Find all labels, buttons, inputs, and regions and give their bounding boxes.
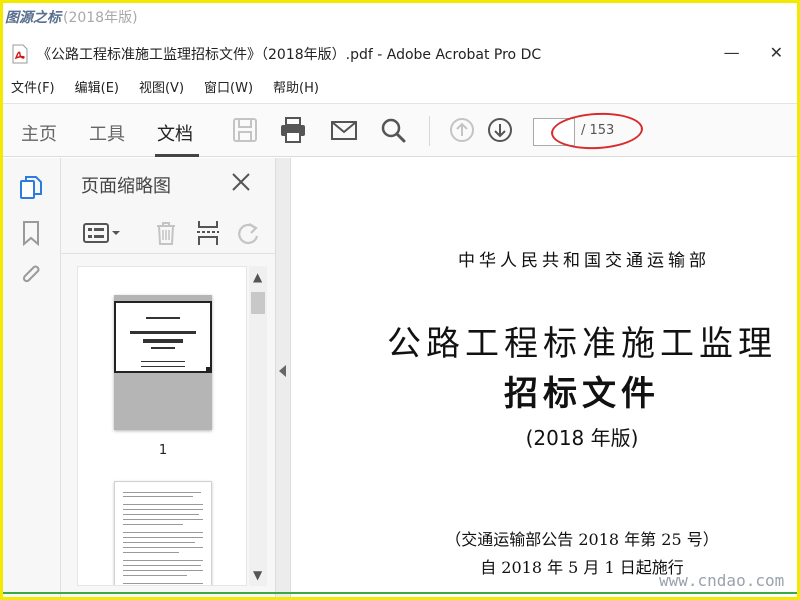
thumb-text-line xyxy=(151,347,175,349)
page-thumbnail-1[interactable] xyxy=(114,295,212,430)
toolbar-separator xyxy=(429,116,430,146)
doc-title-line-2: 招标文件 xyxy=(504,374,660,414)
email-icon[interactable] xyxy=(330,116,358,144)
close-window-button[interactable]: ✕ xyxy=(770,43,783,62)
thumbnail-options-icon[interactable] xyxy=(83,222,121,244)
thumb-text-line xyxy=(123,532,203,533)
panel-toolbar xyxy=(61,210,275,254)
thumbnail-list: 1 xyxy=(77,266,247,586)
thumb-text-line xyxy=(123,492,201,493)
watermark-top: 图源之标 (2018年版) xyxy=(5,7,138,27)
rotate-page-icon[interactable] xyxy=(235,220,263,246)
watermark-top-suffix: (2018年版) xyxy=(63,10,138,26)
thumb-text-line xyxy=(146,317,180,319)
thumb-text-line xyxy=(123,552,179,553)
navigation-rail xyxy=(3,158,61,597)
thumb-text-line xyxy=(130,331,196,334)
thumb-text-line xyxy=(123,542,195,543)
frame-resize-handle[interactable] xyxy=(206,367,212,373)
scroll-up-icon[interactable]: ▲ xyxy=(253,270,262,284)
panel-title: 页面缩略图 xyxy=(81,176,171,197)
thumb-text-line xyxy=(123,537,203,538)
menu-item-help[interactable]: 帮助(H) xyxy=(273,77,319,96)
watermark-bottom: www.cndao.com xyxy=(659,571,785,590)
attachment-icon[interactable] xyxy=(18,262,44,288)
doc-edition: (2018 年版) xyxy=(525,426,639,450)
delete-page-icon[interactable] xyxy=(153,220,179,246)
menu-item-edit[interactable]: 编辑(E) xyxy=(75,77,119,96)
tab-home[interactable]: 主页 xyxy=(21,120,57,146)
thumb-text-line xyxy=(123,509,203,510)
page-thumbnail-2[interactable] xyxy=(114,481,212,585)
tab-tools[interactable]: 工具 xyxy=(89,120,125,146)
tab-document[interactable]: 文档 xyxy=(157,120,193,146)
thumb-text-line xyxy=(123,514,199,515)
doc-issuing-authority: 中华人民共和国交通运输部 xyxy=(458,251,710,271)
thumb-text-line xyxy=(143,339,183,343)
doc-announcement: （交通运输部公告 2018 年第 25 号） xyxy=(445,530,719,549)
thumb-text-line xyxy=(123,560,203,561)
thumb-text-line xyxy=(123,565,201,566)
doc-title-line-1: 公路工程标准施工监理 xyxy=(387,324,777,364)
page-thumbnails-icon[interactable] xyxy=(18,174,44,200)
thumb-text-line xyxy=(123,524,183,525)
close-icon[interactable] xyxy=(229,170,253,194)
main-toolbar: 主页 工具 文档 / 153 xyxy=(3,103,797,157)
extract-page-icon[interactable] xyxy=(195,219,221,247)
screenshot-frame: 图源之标 (2018年版) 《公路工程标准施工监理招标文件》（2018年版）.pd… xyxy=(3,3,797,597)
thumb-text-line xyxy=(123,496,193,497)
document-view: 中华人民共和国交通运输部 公路工程标准施工监理 招标文件 (2018 年版) （… xyxy=(291,158,797,597)
next-page-icon[interactable] xyxy=(486,116,514,144)
visible-area-frame xyxy=(114,301,212,373)
thumb-text-line xyxy=(123,575,187,576)
print-icon[interactable] xyxy=(279,116,307,144)
save-icon[interactable] xyxy=(231,116,259,144)
panel-collapse-handle[interactable] xyxy=(275,158,291,597)
red-annotation-circle xyxy=(550,110,644,152)
page-thumbnail-label: 1 xyxy=(158,443,168,458)
previous-page-icon[interactable] xyxy=(448,116,476,144)
menu-item-view[interactable]: 视图(V) xyxy=(139,77,184,96)
collapse-arrow-icon[interactable] xyxy=(279,365,286,377)
window-title: 《公路工程标准施工监理招标文件》（2018年版）.pdf - Adobe Acr… xyxy=(37,47,542,63)
scrollbar-thumb[interactable] xyxy=(251,292,265,314)
thumb-text-line xyxy=(123,570,203,571)
thumbnail-scrollbar[interactable]: ▲ ▼ xyxy=(249,266,267,586)
minimize-button[interactable]: — xyxy=(724,43,740,62)
search-icon[interactable] xyxy=(379,116,407,144)
thumbnails-panel: 页面缩略图 1 ▲ ▼ xyxy=(61,158,275,597)
thumb-text-line xyxy=(123,519,203,520)
window-controls: — ✕ xyxy=(724,43,783,62)
menu-bar: 文件(F) 编辑(E) 视图(V) 窗口(W) 帮助(H) xyxy=(3,73,797,99)
thumb-text-line xyxy=(123,583,203,584)
thumb-text-line xyxy=(141,366,185,367)
thumb-text-line xyxy=(123,547,203,548)
status-divider xyxy=(3,592,797,594)
thumb-text-line xyxy=(123,504,203,505)
menu-item-window[interactable]: 窗口(W) xyxy=(204,77,253,96)
menu-item-file[interactable]: 文件(F) xyxy=(11,77,55,96)
title-bar: 《公路工程标准施工监理招标文件》（2018年版）.pdf - Adobe Acr… xyxy=(3,37,797,71)
active-tab-indicator xyxy=(155,154,199,157)
bookmark-icon[interactable] xyxy=(18,220,44,246)
pdf-file-icon xyxy=(12,44,28,64)
scroll-down-icon[interactable]: ▼ xyxy=(253,568,262,582)
thumb-text-line xyxy=(141,361,185,362)
watermark-site-name: 图源之标 xyxy=(5,10,61,26)
